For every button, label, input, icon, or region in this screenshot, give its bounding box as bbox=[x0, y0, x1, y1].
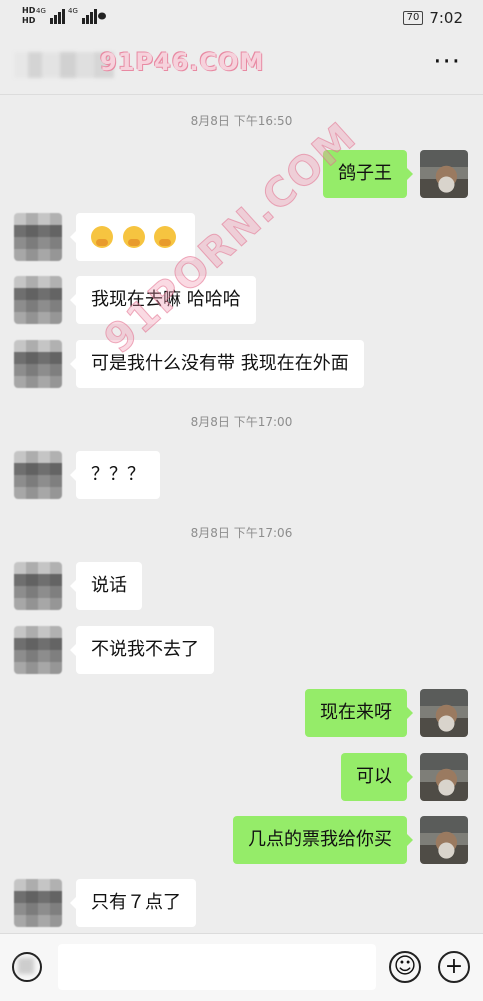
input-bar: ☺ + bbox=[0, 933, 483, 1001]
chat-header: 91P46.COM ··· bbox=[0, 36, 483, 95]
avatar[interactable] bbox=[420, 753, 468, 801]
blurred-contact-name[interactable] bbox=[14, 52, 114, 78]
status-bar: HD HD 4G 4G 70 7:02 bbox=[0, 0, 483, 36]
header-watermark: 91P46.COM bbox=[100, 48, 265, 76]
avatar[interactable] bbox=[420, 689, 468, 737]
avatar[interactable] bbox=[420, 816, 468, 864]
signal-4g-label: 4G bbox=[36, 7, 46, 15]
avatar[interactable] bbox=[14, 340, 62, 388]
timestamp: 8月8日 下午16:50 bbox=[190, 114, 293, 128]
message-bubble-self[interactable]: 鸽子王 bbox=[323, 150, 413, 198]
avatar[interactable] bbox=[14, 276, 62, 324]
more-dots-icon[interactable]: ··· bbox=[433, 49, 461, 75]
network-hd-2: HD bbox=[22, 16, 36, 25]
status-right: 70 7:02 bbox=[402, 9, 463, 27]
status-time: 7:02 bbox=[429, 9, 463, 27]
timestamp: 8月8日 下午17:06 bbox=[190, 526, 293, 540]
avatar[interactable] bbox=[420, 150, 468, 198]
emoji-message[interactable] bbox=[69, 213, 196, 261]
network-hd-1: HD bbox=[22, 6, 36, 15]
message-bubble-other[interactable]: 不说我不去了 bbox=[70, 626, 214, 674]
message-bubble-other[interactable]: 只有７点了 bbox=[70, 879, 196, 927]
hug-emoji-icon bbox=[91, 226, 113, 248]
avatar[interactable] bbox=[14, 451, 62, 499]
hug-emoji-icon bbox=[154, 226, 177, 248]
avatar[interactable] bbox=[14, 213, 62, 261]
avatar[interactable] bbox=[14, 562, 62, 610]
emoji-icon[interactable]: ☺ bbox=[389, 951, 421, 983]
hug-emoji-icon bbox=[122, 226, 145, 248]
avatar[interactable] bbox=[14, 626, 62, 674]
message-bubble-other[interactable]: 说话 bbox=[70, 562, 142, 610]
message-bubble-self[interactable]: 现在来呀 bbox=[305, 689, 413, 737]
avatar[interactable] bbox=[14, 879, 62, 927]
message-bubble-self[interactable]: 可以 bbox=[341, 753, 413, 801]
message-bubble-other[interactable]: 可是我什么没有带 我现在在外面 bbox=[70, 340, 364, 388]
message-input[interactable] bbox=[58, 944, 376, 990]
voice-icon[interactable] bbox=[12, 952, 42, 982]
signal-4g-label-2: 4G bbox=[68, 7, 78, 15]
battery-icon: 70 bbox=[402, 11, 424, 25]
status-network: HD HD bbox=[22, 6, 35, 26]
message-bubble-self[interactable]: 几点的票我给你买 bbox=[233, 816, 413, 864]
signal-icon: 4G 4G bbox=[36, 7, 106, 24]
message-bubble-other[interactable]: ？？？ bbox=[70, 451, 160, 499]
message-bubble-other[interactable]: 我现在去嘛 哈哈哈 bbox=[70, 276, 256, 324]
timestamp: 8月8日 下午17:00 bbox=[190, 415, 293, 429]
plus-icon[interactable]: + bbox=[438, 951, 470, 983]
